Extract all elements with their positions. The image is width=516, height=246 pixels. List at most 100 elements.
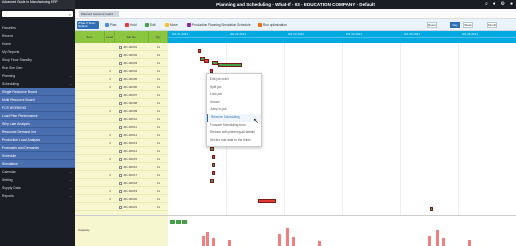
toolbar-item[interactable]: Move (165, 22, 178, 28)
table-row[interactable]: 4 J01-00017 11 (75, 171, 168, 179)
sidebar-item[interactable]: Shop Floor Standby (0, 56, 75, 64)
context-menu-item[interactable]: Unlock (207, 99, 261, 107)
sidebar-item[interactable]: Recent (0, 32, 75, 40)
context-menu-item[interactable]: Reduce with planning-all details (207, 129, 261, 137)
checkbox[interactable] (119, 101, 122, 105)
checkbox[interactable] (119, 165, 122, 169)
toolbar-item[interactable]: Production Planning Simulation Schedule (187, 22, 250, 28)
sidebar-item[interactable]: Load Plan Performance (0, 112, 75, 120)
sidebar-item[interactable]: FCS WORKING (0, 104, 75, 112)
table-row[interactable]: J01-00002 12 (75, 51, 168, 59)
table-row[interactable]: 4 J01-00020 11 (75, 195, 168, 203)
table-row[interactable]: J01-00001 11 (75, 43, 168, 51)
view-button-month[interactable]: Month (487, 22, 497, 28)
sidebar-item[interactable]: Home (0, 40, 75, 48)
sidebar-item[interactable]: Run Sim Gen (0, 64, 75, 72)
checkbox[interactable] (119, 109, 122, 113)
table-row[interactable]: J01-00008 11 (75, 99, 168, 107)
column-header[interactable]: Item (75, 31, 105, 43)
sidebar-item[interactable]: Calendar ⌄ (0, 168, 75, 176)
sidebar-item[interactable]: Reports ⌄ (0, 192, 75, 200)
sidebar-item[interactable]: Single Resource Board (0, 88, 75, 96)
checkbox[interactable] (119, 125, 122, 129)
checkbox[interactable] (119, 149, 122, 153)
sidebar-item[interactable]: Multi Resource Board (0, 96, 75, 104)
gantt-task-bar[interactable] (204, 59, 209, 63)
gantt-task-bar[interactable] (212, 155, 215, 159)
checkbox[interactable] (119, 53, 122, 57)
checkbox[interactable] (119, 69, 122, 73)
table-row[interactable]: 4 J01-00019 11 (75, 187, 168, 195)
toolbar-item[interactable]: Hold (125, 22, 137, 28)
sidebar-item[interactable]: My Reports (0, 48, 75, 56)
gantt-task-bar[interactable] (198, 49, 201, 53)
sidebar-item[interactable]: Favorites (0, 24, 75, 32)
sidebar-item[interactable]: Supply Data ⌄ (0, 184, 75, 192)
gantt-task-bar[interactable] (210, 147, 214, 151)
checkbox[interactable] (119, 117, 122, 121)
sidebar-item[interactable]: Planning ⌄ (0, 72, 75, 80)
checkbox[interactable] (119, 93, 122, 97)
sidebar-item[interactable]: Forecasts and Demands (0, 144, 75, 152)
sidebar-item[interactable]: Schedule (0, 152, 75, 160)
table-row[interactable]: J01-00018 11 (75, 179, 168, 187)
table-row[interactable]: J01-00014 11 (75, 147, 168, 155)
view-button-day[interactable]: Day (450, 22, 460, 28)
table-row[interactable]: 4 J01-00009 11 (75, 107, 168, 115)
view-button-week[interactable]: Week (463, 22, 473, 28)
checkbox[interactable] (119, 77, 122, 81)
sidebar-item[interactable]: Setting ⌄ (0, 176, 75, 184)
sidebar-item[interactable]: Why Late Analysis (0, 120, 75, 128)
table-row[interactable]: J01-00010 11 (75, 115, 168, 123)
checkbox[interactable] (119, 189, 122, 193)
notification-icon[interactable]: ♦ (493, 0, 496, 9)
checkbox[interactable] (119, 157, 122, 161)
sidebar-item[interactable]: Resource Demand Ind (0, 128, 75, 136)
gantt-task-bar[interactable] (218, 63, 242, 67)
column-header[interactable]: Job No. (115, 31, 149, 43)
table-row[interactable]: 4 J01-00013 11 (75, 139, 168, 147)
context-menu-item[interactable]: Set the due date to the finish (207, 137, 261, 145)
table-row[interactable]: J01-00007 11 (75, 91, 168, 99)
table-row[interactable]: 4 J01-00006 11 (75, 83, 168, 91)
table-row[interactable]: 4 J01-00015 11 (75, 155, 168, 163)
checkbox[interactable] (119, 205, 122, 209)
sidebar-item[interactable]: Production Load Analysis (0, 136, 75, 144)
context-menu-item[interactable]: Edit job order (207, 76, 261, 84)
checkbox[interactable] (119, 61, 122, 65)
toolbar-item[interactable]: Plan (105, 22, 116, 28)
toolbar-item[interactable]: Run optimization (258, 22, 287, 28)
checkbox[interactable] (119, 141, 122, 145)
context-menu-item[interactable]: Jump to job (207, 106, 261, 114)
settings-icon[interactable]: ⚙ (500, 0, 504, 9)
table-row[interactable]: 4 J01-00005 11 (75, 75, 168, 83)
toolbar-item[interactable]: Edit (145, 22, 156, 28)
table-row[interactable]: J01-00016 11 (75, 163, 168, 171)
table-row[interactable]: 4 J01-00012 11 (75, 131, 168, 139)
scenario-selector[interactable]: What-If Scen. Default (77, 21, 99, 29)
user-icon[interactable]: ● (510, 0, 513, 9)
sidebar-item[interactable]: Simulation (0, 160, 75, 168)
checkbox[interactable] (119, 173, 122, 177)
table-row[interactable]: J01-00011 11 (75, 123, 168, 131)
sidebar-item[interactable]: Scheduling ⌄ (0, 80, 75, 88)
table-row[interactable]: J01-00021 11 (75, 203, 168, 211)
gantt-task-bar[interactable] (430, 207, 433, 211)
checkbox[interactable] (119, 197, 122, 201)
context-menu-item[interactable]: Split job (207, 84, 261, 92)
search-icon[interactable]: ⌕ (485, 0, 488, 9)
column-header[interactable]: Qty (149, 31, 168, 43)
gantt-task-bar[interactable] (258, 199, 276, 203)
gantt-task-bar[interactable] (210, 179, 214, 183)
gantt-task-bar[interactable] (212, 171, 215, 175)
checkbox[interactable] (119, 181, 122, 185)
checkbox[interactable] (119, 85, 122, 89)
gantt-task-bar[interactable] (212, 163, 215, 167)
view-button-reset[interactable]: Reset (427, 22, 437, 28)
table-row[interactable]: J01-00003 11 (75, 59, 168, 67)
checkbox[interactable] (119, 45, 122, 49)
checkbox[interactable] (119, 133, 122, 137)
column-header[interactable]: Level (105, 31, 115, 43)
sidebar-search-input[interactable]: ⌕ (2, 11, 73, 17)
context-menu-item[interactable]: Lock job (207, 91, 261, 99)
